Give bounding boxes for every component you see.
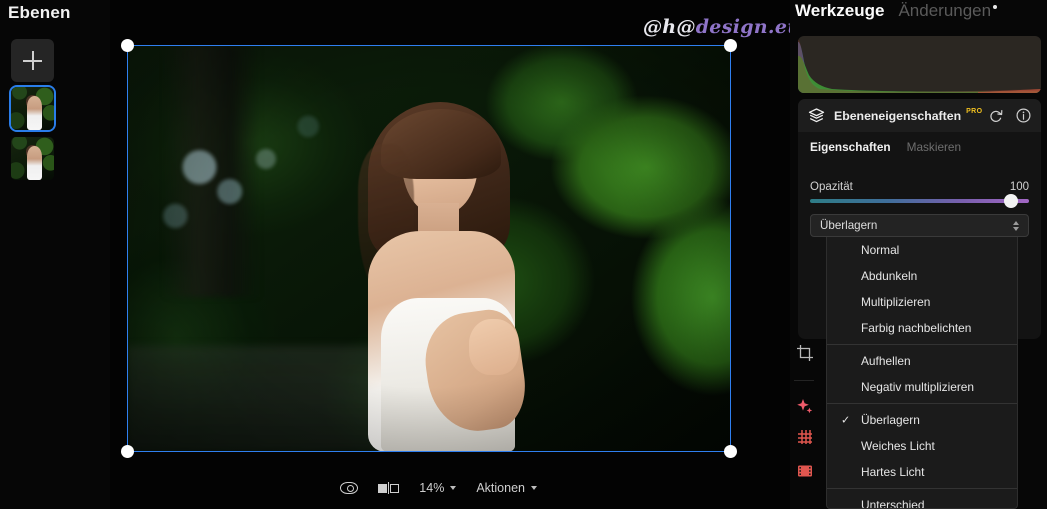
layer-properties-actions [989, 108, 1031, 123]
blend-mode-menu-item[interactable]: Unterschied [827, 492, 1017, 509]
chevron-updown-icon [1013, 220, 1019, 231]
blend-mode-menu-item[interactable]: Abdunkeln [827, 263, 1017, 289]
photo-canvas[interactable] [127, 45, 731, 452]
check-icon: ✓ [841, 414, 851, 427]
blend-mode-menu-item-label: Aufhellen [861, 354, 911, 368]
info-icon[interactable] [1016, 108, 1031, 123]
layer-thumbnail-image [11, 87, 54, 130]
app-window: Ebenen @h@design.eu 14% Aktionen Werkzeu… [0, 0, 1047, 509]
opacity-value: 100 [1009, 181, 1029, 193]
blend-mode-menu-item-label: Normal [861, 243, 900, 257]
watermark: @h@design.eu [643, 16, 801, 38]
blend-mode-menu-item-label: Multiplizieren [861, 295, 931, 309]
tab-eigenschaften[interactable]: Eigenschaften [810, 140, 891, 154]
blend-mode-menu-item-label: Unterschied [861, 498, 925, 509]
menu-separator [827, 403, 1017, 404]
opacity-slider[interactable] [810, 199, 1029, 203]
actions-button[interactable]: Aktionen [476, 481, 537, 495]
layer-properties-header: Ebeneneigenschaften PRO [798, 99, 1041, 132]
crop-tool-icon[interactable] [796, 344, 814, 362]
layers-panel-title: Ebenen [8, 3, 71, 22]
reset-icon[interactable] [989, 109, 1003, 123]
opacity-row: Opazität 100 [810, 181, 1029, 193]
canvas-area[interactable]: @h@design.eu 14% Aktionen [110, 0, 801, 509]
canvas-bottom-toolbar: 14% Aktionen [340, 481, 537, 495]
blend-mode-menu-item-label: Hartes Licht [861, 465, 925, 479]
chevron-down-icon [450, 486, 457, 490]
layers-sidebar: Ebenen [0, 0, 110, 509]
zoom-level-button[interactable]: 14% [419, 481, 457, 495]
blend-mode-menu-item-label: Überlagern [861, 413, 920, 427]
toggle-visibility-button[interactable] [340, 482, 358, 494]
blend-mode-menu-item[interactable]: Multiplizieren [827, 289, 1017, 315]
photo-vignette [127, 45, 731, 452]
blend-mode-menu-item[interactable]: Hartes Licht [827, 459, 1017, 485]
sparkle-tool-icon[interactable] [796, 397, 814, 415]
watermark-suffix: design.eu [695, 16, 802, 38]
tab-aenderungen[interactable]: Änderungen [898, 1, 991, 21]
pro-badge: PRO [966, 108, 983, 115]
blend-mode-select[interactable]: Überlagern [810, 214, 1029, 237]
blend-mode-menu-item-label: Farbig nachbelichten [861, 321, 972, 335]
blend-mode-menu-item-label: Abdunkeln [861, 269, 918, 283]
actions-label: Aktionen [476, 481, 525, 495]
tab-maskieren[interactable]: Maskieren [907, 140, 961, 154]
layer-properties-title: Ebeneneigenschaften [834, 108, 962, 123]
opacity-slider-knob[interactable] [1004, 194, 1018, 208]
grid-tool-icon[interactable] [796, 428, 814, 446]
layer-thumbnail-image [11, 137, 54, 180]
changes-badge-dot [993, 5, 997, 9]
add-layer-button[interactable] [11, 39, 54, 82]
layer-thumbnail-1[interactable] [9, 85, 56, 132]
before-after-icon [378, 482, 400, 494]
properties-tab-bar: Eigenschaften Maskieren [798, 132, 1041, 162]
watermark-prefix: @h@ [643, 16, 696, 38]
layers-icon [808, 108, 825, 123]
blend-mode-menu-item[interactable]: Weiches Licht [827, 433, 1017, 459]
blend-mode-menu-item[interactable]: ✓ Überlagern [827, 407, 1017, 433]
blend-mode-menu-item[interactable]: Farbig nachbelichten [827, 315, 1017, 341]
blend-mode-value: Überlagern [820, 219, 878, 232]
panel-tab-bar: Werkzeuge Änderungen [795, 1, 991, 21]
zoom-level-label: 14% [419, 481, 445, 495]
plus-icon [23, 51, 42, 70]
blend-mode-menu-item[interactable]: Negativ multiplizieren [827, 374, 1017, 400]
chevron-down-icon [530, 486, 537, 490]
blend-mode-menu-item-label: Weiches Licht [861, 439, 935, 453]
tab-werkzeuge[interactable]: Werkzeuge [795, 1, 884, 21]
blend-mode-menu-item-label: Negativ multiplizieren [861, 380, 975, 394]
blend-mode-menu-item[interactable]: Aufhellen [827, 348, 1017, 374]
opacity-label: Opazität [810, 181, 853, 193]
menu-separator [827, 344, 1017, 345]
before-after-button[interactable] [378, 482, 400, 494]
tool-rail-divider [794, 380, 814, 381]
blend-mode-dropdown[interactable]: Normal Abdunkeln Multiplizieren Farbig nach… [826, 237, 1018, 509]
film-strip-tool-icon[interactable] [796, 462, 814, 480]
histogram [798, 36, 1041, 93]
menu-separator [827, 488, 1017, 489]
layer-thumbnail-2[interactable] [11, 137, 54, 180]
eye-icon [340, 482, 358, 494]
blend-mode-menu-item[interactable]: Normal [827, 237, 1017, 263]
